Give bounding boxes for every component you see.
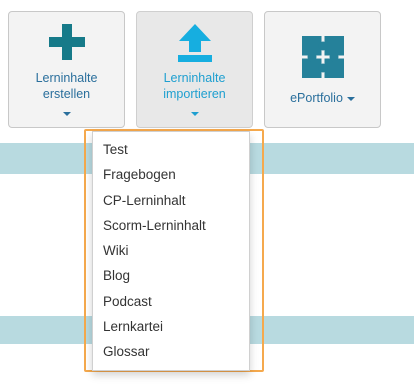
menu-item-cp-lerninhalt[interactable]: CP-Lerninhalt	[93, 188, 249, 213]
import-dropdown-menu: Test Fragebogen CP-Lerninhalt Scorm-Lern…	[92, 131, 250, 371]
menu-item-wiki[interactable]: Wiki	[93, 238, 249, 263]
eportfolio-label: ePortfolio	[269, 90, 376, 106]
menu-item-lernkartei[interactable]: Lernkartei	[93, 314, 249, 339]
create-learning-content-button[interactable]: Lerninhalte erstellen	[8, 11, 125, 128]
menu-item-test[interactable]: Test	[93, 137, 249, 162]
plus-icon	[9, 24, 124, 60]
menu-item-blog[interactable]: Blog	[93, 263, 249, 288]
chevron-down-icon	[190, 112, 199, 116]
create-learning-content-label: Lerninhalte erstellen	[35, 71, 98, 101]
menu-item-podcast[interactable]: Podcast	[93, 289, 249, 314]
menu-item-glossar[interactable]: Glossar	[93, 339, 249, 364]
menu-item-scorm-lerninhalt[interactable]: Scorm-Lerninhalt	[93, 213, 249, 238]
chevron-down-icon	[346, 96, 355, 101]
import-learning-content-button[interactable]: Lerninhalte importieren	[136, 11, 253, 128]
eportfolio-button[interactable]: ePortfolio	[264, 11, 381, 128]
upload-icon	[137, 24, 252, 62]
puzzle-icon	[265, 36, 380, 78]
import-learning-content-label: Lerninhalte importieren	[163, 71, 226, 101]
menu-item-fragebogen[interactable]: Fragebogen	[93, 162, 249, 187]
chevron-down-icon	[62, 112, 71, 116]
